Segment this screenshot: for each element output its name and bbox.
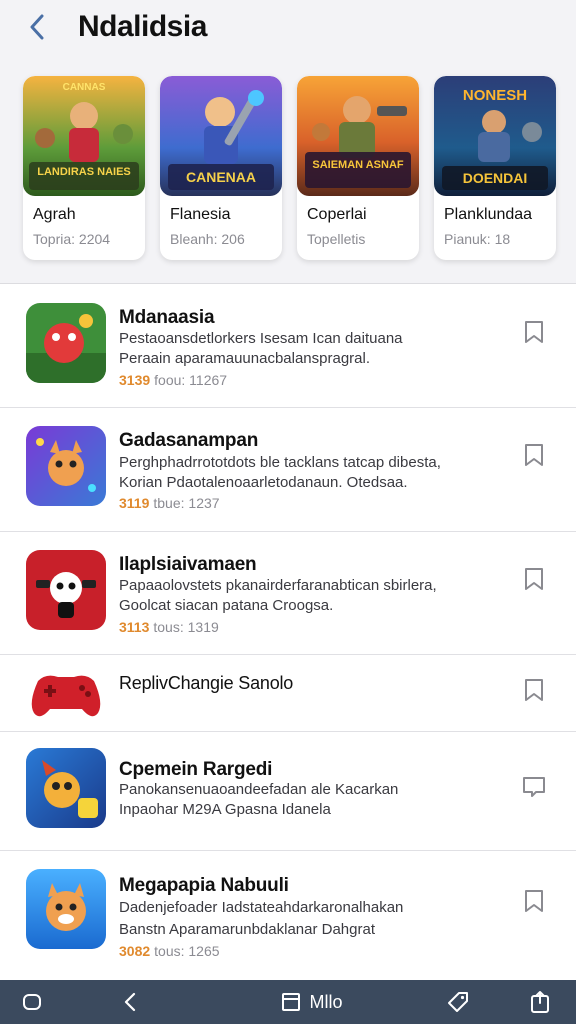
app-meta: foou: 11267 — [154, 372, 228, 388]
message-icon — [523, 777, 545, 797]
bookmark-icon — [525, 679, 543, 701]
gamepad-icon — [26, 659, 106, 739]
app-meta: tous: 1319 — [153, 619, 219, 635]
app-icon — [26, 550, 106, 630]
app-stats: 3139 foou: 11267 — [119, 372, 227, 388]
app-title: Megapapia Nabuuli — [119, 875, 289, 896]
featured-banner-text: DOENDAI — [463, 170, 528, 186]
bookmark-button[interactable] — [520, 440, 548, 470]
featured-banner-text: SAIEMAN ASNAF — [312, 159, 404, 171]
chevron-left-icon — [124, 992, 136, 1012]
app-score: 3119 — [119, 495, 150, 511]
app-description-line: Inpaohar M29A Gpasna Idanela — [119, 801, 331, 818]
app-description-line: Banstn Aparamarunbdaklanar Dahgrat — [119, 921, 375, 938]
bookmark-icon — [525, 890, 543, 912]
bookmark-icon — [525, 321, 543, 343]
app-description-line: Pestaoansdetlorkers Isesam Ican daituana — [119, 330, 403, 347]
app-description-line: Korian Pdaotalenoaarletodanaun. Otedsaa. — [119, 474, 408, 491]
featured-carousel: LANDIRAS NAIES CANNAS Agrah Topria: 2204… — [0, 58, 576, 284]
featured-meta: Pianuk: 18 — [444, 231, 511, 247]
bookmark-button[interactable] — [520, 317, 548, 347]
tag-button[interactable] — [440, 980, 476, 1024]
bookmark-button[interactable] — [520, 564, 548, 594]
home-icon — [23, 994, 41, 1010]
back-nav-button[interactable] — [112, 980, 148, 1024]
app-stats: 3119 tbue: 1237 — [119, 495, 220, 511]
list-item[interactable]: Ilaplsiaivamaen Papaaolovstets pkanairde… — [0, 532, 576, 655]
featured-top-text: CANNAS — [63, 82, 106, 93]
app-meta: tous: 1265 — [154, 943, 220, 959]
share-icon — [531, 991, 549, 1013]
featured-card[interactable]: SAIEMAN ASNAF Coperlai Topelletis — [297, 76, 419, 260]
app-icon — [26, 748, 106, 828]
page-title: Ndalidsia — [78, 10, 207, 43]
app-score: 3113 — [119, 619, 150, 635]
app-description-line: Peraain aparamauunacbalanspragral. — [119, 350, 371, 367]
list-item[interactable]: Gadasanampan Perghphadrrototdots ble tac… — [0, 408, 576, 532]
app-description-line: Panokansenuaoandeefadan ale Kacarkan — [119, 781, 399, 798]
bookmark-button[interactable] — [520, 675, 548, 705]
app-description-line: Dadenjefoader Iadstateahdarkaronalhakan — [119, 899, 404, 916]
back-button[interactable] — [22, 12, 52, 42]
tab-mllo[interactable]: Mllo — [262, 980, 362, 1024]
featured-thumbnail: LANDIRAS NAIES CANNAS — [23, 76, 145, 196]
featured-meta: Bleanh: 206 — [170, 231, 245, 247]
bookmark-icon — [525, 568, 543, 590]
app-title: Gadasanampan — [119, 430, 259, 451]
app-icon — [26, 303, 106, 383]
bookmark-icon — [525, 444, 543, 466]
featured-banner-text: LANDIRAS NAIES — [37, 166, 131, 178]
featured-card[interactable]: CANENAA Flanesia Bleanh: 206 — [160, 76, 282, 260]
home-button[interactable] — [14, 980, 50, 1024]
app-icon — [26, 869, 106, 949]
app-title: Cpemein Rargedi — [119, 759, 273, 780]
list-item[interactable]: Megapapia Nabuuli Dadenjefoader Iadstate… — [0, 851, 576, 980]
app-score: 3139 — [119, 372, 151, 388]
chevron-left-icon — [30, 14, 44, 40]
chat-button[interactable] — [520, 772, 548, 802]
featured-banner-text: CANENAA — [186, 169, 256, 185]
tab-label: Mllo — [309, 991, 343, 1012]
featured-name: Agrah — [33, 206, 76, 223]
share-button[interactable] — [522, 980, 558, 1024]
app-score: 3082 — [119, 943, 151, 959]
featured-top-text: NONESH — [463, 87, 527, 104]
featured-card[interactable]: NONESH DOENDAI Planklundaa Pianuk: 18 — [434, 76, 556, 260]
featured-thumbnail: SAIEMAN ASNAF — [297, 76, 419, 196]
featured-meta: Topria: 2204 — [33, 231, 111, 247]
list-item[interactable]: Mdanaasia Pestaoansdetlorkers Isesam Ica… — [0, 285, 576, 408]
header-bar: Ndalidsia — [0, 0, 576, 58]
app-icon — [26, 426, 106, 506]
app-description-line: Papaaolovstets pkanairderfaranabtican sb… — [119, 577, 437, 594]
app-description-line: Perghphadrrototdots ble tacklans tatcap … — [119, 454, 441, 471]
featured-thumbnail: NONESH DOENDAI — [434, 76, 556, 196]
app-description-line: Goolcat siacan patana Croogsa. — [119, 597, 334, 614]
list-item[interactable]: ReplivChangie Sanolo — [0, 655, 576, 732]
bottom-nav-bar: Mllo — [0, 980, 576, 1024]
window-icon — [282, 993, 301, 1011]
featured-thumbnail: CANENAA — [160, 76, 282, 196]
featured-name: Coperlai — [307, 206, 367, 223]
app-stats: 3113 tous: 1319 — [119, 619, 219, 635]
bookmark-button[interactable] — [520, 886, 548, 916]
app-stats: 3082 tous: 1265 — [119, 943, 220, 959]
featured-meta: Topelletis — [307, 231, 366, 247]
app-title: Ilaplsiaivamaen — [119, 554, 257, 575]
featured-name: Flanesia — [170, 206, 231, 223]
app-title: ReplivChangie Sanolo — [119, 673, 294, 693]
app-title: Mdanaasia — [119, 307, 215, 328]
list-item[interactable]: Cpemein Rargedi Panokansenuaoandeefadan … — [0, 732, 576, 851]
tag-icon — [448, 992, 468, 1012]
featured-name: Planklundaa — [444, 206, 533, 223]
app-meta: tbue: 1237 — [153, 495, 220, 511]
featured-card[interactable]: LANDIRAS NAIES CANNAS Agrah Topria: 2204 — [23, 76, 145, 260]
